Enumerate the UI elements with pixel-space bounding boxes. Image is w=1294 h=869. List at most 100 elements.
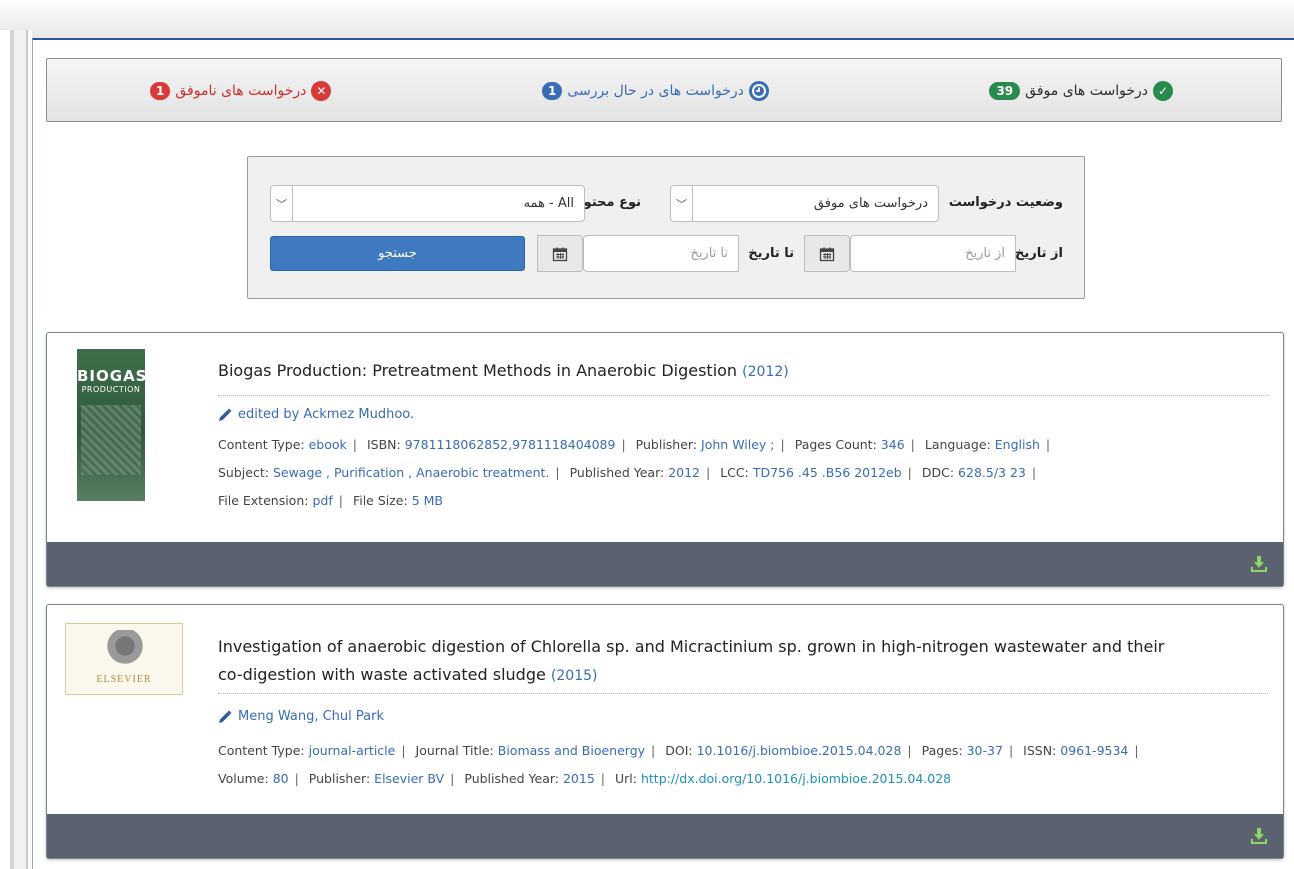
publisher-logo-image[interactable]: ELSEVIER	[65, 623, 183, 695]
card-footer	[47, 542, 1283, 586]
content-type-select[interactable]: All - همه ﹀	[270, 185, 585, 222]
download-icon[interactable]	[1249, 826, 1269, 846]
x-circle-icon: ✕	[311, 81, 332, 101]
calendar-icon[interactable]	[537, 235, 583, 272]
meta-value[interactable]: John Wiley ;	[701, 437, 774, 452]
meta-key: Content Type:	[218, 437, 305, 452]
tab-label: درخواست های موفق	[1025, 83, 1148, 99]
requests-panel: ✓ درخواست های موفق 39 درخواست های در حال…	[32, 38, 1294, 869]
to-date-placeholder: تا تاریخ	[690, 246, 728, 261]
meta-key: Pages:	[921, 743, 963, 758]
divider	[218, 395, 1268, 396]
meta-value[interactable]: Sewage , Purification , Anaerobic treatm…	[273, 465, 549, 480]
tab-label: درخواست های ناموفق	[175, 83, 307, 99]
chevron-down-icon: ﹀	[271, 186, 293, 221]
search-button[interactable]: جستجو	[270, 236, 525, 271]
meta-key: Journal Title:	[415, 743, 494, 758]
meta-key: Volume:	[218, 771, 269, 786]
window-top-bar	[0, 0, 1294, 38]
year-text: (2012)	[742, 364, 789, 380]
meta-value[interactable]: pdf	[312, 493, 332, 508]
count-badge: 1	[150, 82, 171, 100]
count-badge: 1	[542, 82, 563, 100]
meta-key: Pages Count:	[794, 437, 877, 452]
meta-value[interactable]: 80	[273, 771, 289, 786]
result-metadata: Content Type: journal-article | Journal T…	[218, 737, 1278, 793]
tab-label: درخواست های در حال بررسی	[567, 83, 744, 99]
elsevier-tree-mark	[104, 630, 146, 670]
meta-value[interactable]: 628.5/3 23	[958, 465, 1026, 480]
meta-key: File Size:	[352, 493, 408, 508]
count-badge: 39	[989, 82, 1021, 100]
to-date-input[interactable]: تا تاریخ	[583, 235, 739, 272]
pencil-icon	[219, 709, 232, 723]
book-cover-image[interactable]: BIOGAS PRODUCTION	[77, 349, 148, 501]
tab-pending-requests[interactable]: درخواست های در حال بررسی 1	[542, 81, 769, 101]
meta-row: Content Type: ebook | ISBN: 9781118062852…	[218, 437, 1051, 452]
meta-key: ISSN:	[1023, 743, 1057, 758]
divider	[218, 693, 1268, 694]
content-type-select-value: All - همه	[523, 196, 574, 211]
meta-value[interactable]: 2012	[668, 465, 700, 480]
to-date-label: تا تاریخ	[748, 246, 794, 261]
meta-value[interactable]: 2015	[563, 771, 595, 786]
meta-key: Url:	[615, 771, 637, 786]
meta-key: Subject:	[218, 465, 269, 480]
window-left-edge	[0, 30, 32, 869]
tab-successful-requests[interactable]: ✓ درخواست های موفق 39	[989, 81, 1173, 101]
meta-key: Language:	[924, 437, 991, 452]
meta-row: Content Type: journal-article | Journal T…	[218, 743, 1139, 758]
title-text: Investigation of anaerobic digestion of …	[218, 637, 1165, 656]
meta-value[interactable]: 5 MB	[412, 493, 443, 508]
meta-key: File Extension:	[218, 493, 309, 508]
url-link[interactable]: http://dx.doi.org/10.1016/j.biombioe.201…	[641, 771, 951, 786]
meta-key: DOI:	[665, 743, 693, 758]
meta-key: LCC:	[720, 465, 749, 480]
meta-value[interactable]: 9781118062852,9781118404089	[405, 437, 616, 452]
meta-value[interactable]: 10.1016/j.biombioe.2015.04.028	[697, 743, 902, 758]
title-text: Biogas Production: Pretreatment Methods …	[218, 361, 738, 380]
card-footer	[47, 814, 1283, 858]
meta-value[interactable]: TD756 .45 .B56 2012eb	[753, 465, 902, 480]
cover-title: BIOGAS	[77, 367, 148, 385]
author-line[interactable]: Meng Wang, Chul Park	[218, 709, 384, 724]
result-title[interactable]: Biogas Production: Pretreatment Methods …	[218, 357, 789, 386]
meta-value[interactable]: Biomass and Bioenergy	[498, 743, 645, 758]
meta-key: Content Type:	[218, 743, 305, 758]
download-icon[interactable]	[1249, 554, 1269, 574]
result-card: BIOGAS PRODUCTION Biogas Production: Pre…	[46, 332, 1284, 587]
window-frame: ✓ درخواست های موفق 39 درخواست های در حال…	[0, 0, 1294, 869]
meta-row: Volume: 80 | Publisher: Elsevier BV | Publ…	[218, 771, 952, 786]
calendar-icon[interactable]	[804, 235, 850, 272]
status-label: وضعیت درخواست	[948, 195, 1063, 210]
meta-key: Published Year:	[569, 465, 665, 480]
from-date-label: از تاریخ	[1015, 246, 1063, 261]
meta-key: Publisher:	[635, 437, 698, 452]
tab-failed-requests[interactable]: ✕ درخواست های ناموفق 1	[150, 81, 332, 101]
meta-row: File Extension: pdf | File Size: 5 MB	[218, 493, 443, 508]
search-form: وضعیت درخواست درخواست های موفق ﹀ نوع محت…	[247, 156, 1085, 299]
from-date-input[interactable]: از تاریخ	[850, 235, 1016, 272]
from-date-placeholder: از تاریخ	[965, 246, 1005, 261]
cover-subtitle: PRODUCTION	[81, 385, 141, 394]
status-select[interactable]: درخواست های موفق ﹀	[670, 185, 939, 222]
status-select-value: درخواست های موفق	[813, 196, 928, 211]
meta-key: Publisher:	[308, 771, 371, 786]
meta-value[interactable]: Elsevier BV	[374, 771, 444, 786]
meta-value[interactable]: English	[995, 437, 1040, 452]
meta-value[interactable]: 30-37	[967, 743, 1003, 758]
cover-artwork	[81, 405, 141, 475]
status-tabs: ✓ درخواست های موفق 39 درخواست های در حال…	[46, 58, 1282, 122]
meta-key: Published Year:	[464, 771, 559, 786]
meta-value[interactable]: 346	[881, 437, 905, 452]
result-card: ELSEVIER Investigation of anaerobic dige…	[46, 604, 1284, 859]
pencil-icon	[219, 407, 232, 421]
clock-icon	[748, 81, 769, 101]
meta-row: Subject: Sewage , Purification , Anaerob…	[218, 465, 1037, 480]
result-title[interactable]: Investigation of anaerobic digestion of …	[218, 633, 1258, 690]
meta-value[interactable]: 0961-9534	[1060, 743, 1128, 758]
author-line[interactable]: edited by Ackmez Mudhoo.	[218, 407, 414, 422]
meta-value[interactable]: ebook	[309, 437, 347, 452]
meta-value[interactable]: journal-article	[309, 743, 396, 758]
result-metadata: Content Type: ebook | ISBN: 9781118062852…	[218, 431, 1278, 515]
